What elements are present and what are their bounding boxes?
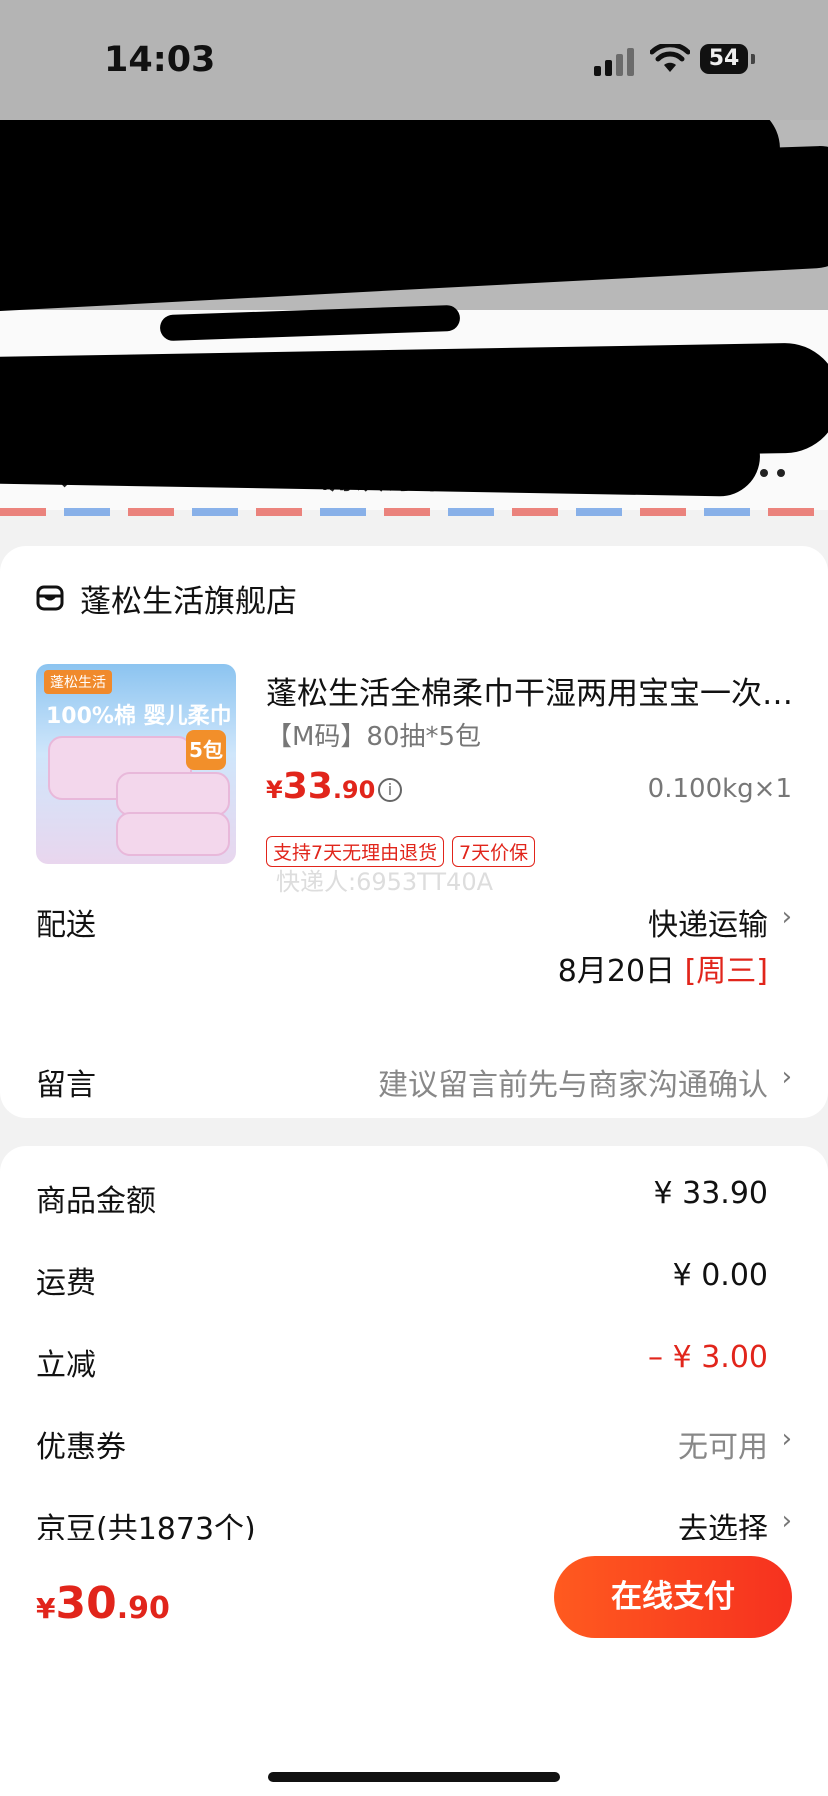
thumb-pack bbox=[116, 772, 230, 816]
chevron-right-icon[interactable]: › bbox=[782, 1062, 792, 1092]
store-name[interactable]: 蓬松生活旗舰店 bbox=[80, 576, 297, 621]
thumb-title: 100%棉 婴儿柔巾 bbox=[46, 704, 232, 729]
product-price: ¥33.90 bbox=[266, 766, 376, 807]
redaction-mark bbox=[0, 403, 761, 497]
store-icon bbox=[36, 585, 64, 611]
thumb-badge: 5包 bbox=[186, 730, 226, 770]
coupon-value[interactable]: 无可用 bbox=[678, 1422, 768, 1466]
chevron-right-icon[interactable]: › bbox=[782, 1506, 792, 1536]
battery-indicator: 54 bbox=[700, 44, 755, 74]
pay-online-button[interactable]: 在线支付 bbox=[554, 1556, 792, 1638]
message-input[interactable]: 建议留言前先与商家沟通确认 bbox=[378, 1060, 768, 1104]
status-bar: 14:03 54 bbox=[0, 0, 828, 120]
summary-label: 商品金额 bbox=[36, 1184, 156, 1219]
wifi-icon bbox=[650, 44, 690, 72]
product-name[interactable]: 蓬松生活全棉柔巾干湿两用宝宝一次… bbox=[266, 668, 796, 713]
product-thumbnail[interactable]: 蓬松生活 100%棉 婴儿柔巾 5包 bbox=[36, 664, 236, 864]
summary-label: 立减 bbox=[36, 1348, 96, 1383]
summary-label: 运费 bbox=[36, 1266, 96, 1301]
shipping-fee: ¥ 0.00 bbox=[672, 1258, 768, 1293]
order-total: ¥30.90 bbox=[36, 1578, 170, 1629]
watermark: 快递人:6953TT40A bbox=[276, 868, 494, 896]
delivery-label: 配送 bbox=[36, 908, 96, 943]
bottom-action-bar: ¥30.90 在线支付 bbox=[0, 1540, 828, 1796]
delivery-method[interactable]: 快递运输 bbox=[648, 900, 768, 944]
chevron-right-icon[interactable]: › bbox=[782, 902, 792, 932]
address-divider bbox=[0, 508, 828, 516]
message-label: 留言 bbox=[36, 1068, 96, 1103]
summary-label: 优惠券 bbox=[36, 1430, 126, 1465]
cellular-signal-icon bbox=[594, 48, 638, 76]
status-time: 14:03 bbox=[104, 40, 216, 80]
product-spec: 【M码】80抽*5包 bbox=[266, 722, 482, 752]
weight-quantity: 0.100kg×1 bbox=[647, 774, 792, 804]
delivery-date[interactable]: 8月20日 [周三] bbox=[558, 946, 768, 990]
thumb-pack bbox=[116, 812, 230, 856]
info-icon[interactable]: i bbox=[378, 778, 402, 802]
home-indicator[interactable] bbox=[268, 1772, 560, 1782]
chevron-right-icon[interactable]: › bbox=[782, 1424, 792, 1454]
thumb-brand-logo: 蓬松生活 bbox=[44, 670, 112, 694]
instant-discount: – ¥ 3.00 bbox=[648, 1340, 768, 1375]
goods-amount: ¥ 33.90 bbox=[653, 1176, 768, 1211]
store-card: 蓬松生活旗舰店 蓬松生活 100%棉 婴儿柔巾 5包 蓬松生活全棉柔巾干湿两用宝… bbox=[0, 546, 828, 1118]
nav-header: 确认订单 bbox=[0, 120, 828, 510]
